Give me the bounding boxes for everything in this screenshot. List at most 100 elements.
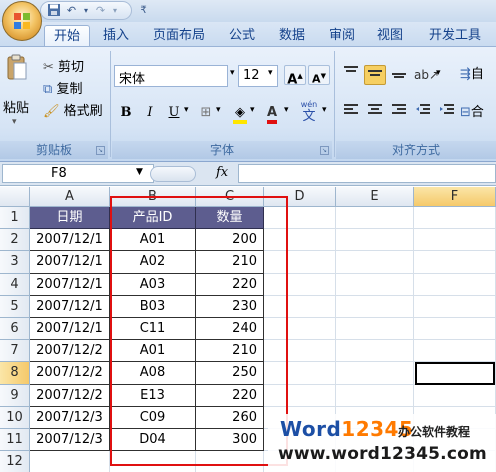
column-header-d[interactable]: D — [264, 187, 336, 207]
formula-input[interactable] — [238, 164, 496, 183]
cell-d4[interactable] — [264, 273, 336, 296]
row-header-9[interactable]: 9 — [0, 384, 30, 407]
cell-e1[interactable] — [336, 207, 414, 230]
table-data-cell[interactable]: 230 — [196, 295, 264, 318]
font-name-select[interactable]: 宋体 — [114, 65, 228, 87]
row-header-4[interactable]: 4 — [0, 273, 30, 296]
increase-indent-icon[interactable] — [436, 103, 458, 123]
formula-bar-expand-handle[interactable] — [150, 166, 196, 182]
table-data-cell[interactable]: 2007/12/1 — [30, 295, 110, 318]
cell-d3[interactable] — [264, 251, 336, 274]
align-left-icon[interactable] — [340, 103, 362, 123]
table-data-cell[interactable]: 250 — [196, 362, 264, 385]
tab-data[interactable]: 数据 — [274, 25, 310, 46]
cell-f3[interactable] — [414, 251, 496, 274]
underline-dropdown-icon[interactable]: ▾ — [184, 105, 189, 115]
cell-f4[interactable] — [414, 273, 496, 296]
undo-dropdown-icon[interactable]: ▾ — [82, 3, 90, 18]
table-header-cell[interactable]: 产品ID — [110, 207, 196, 230]
table-data-cell[interactable]: 2007/12/3 — [30, 429, 110, 452]
cell-d2[interactable] — [264, 229, 336, 252]
tab-review[interactable]: 审阅 — [324, 25, 360, 46]
cell-e2[interactable] — [336, 229, 414, 252]
row-header-3[interactable]: 3 — [0, 251, 30, 274]
row-header-8[interactable]: 8 — [0, 362, 30, 385]
table-data-cell[interactable]: 2007/12/1 — [30, 318, 110, 341]
clipboard-dialog-launcher-icon[interactable]: ↘ — [96, 146, 105, 155]
phonetic-guide-button[interactable]: wén 文 — [296, 99, 322, 123]
tab-insert[interactable]: 插入 — [98, 25, 134, 46]
cell-d8[interactable] — [264, 362, 336, 385]
align-center-icon[interactable] — [364, 103, 386, 123]
table-data-cell[interactable]: C09 — [110, 406, 196, 429]
cut-button[interactable]: ✂ 剪切 — [43, 56, 84, 75]
row-header-11[interactable]: 11 — [0, 429, 30, 452]
grow-font-button[interactable]: A▲ — [284, 65, 306, 87]
redo-icon[interactable]: ↷ — [93, 3, 108, 18]
table-data-cell[interactable]: 210 — [196, 340, 264, 363]
table-data-cell[interactable]: 220 — [196, 273, 264, 296]
cell-f2[interactable] — [414, 229, 496, 252]
cell-e9[interactable] — [336, 384, 414, 407]
cell-f9[interactable] — [414, 384, 496, 407]
font-dialog-launcher-icon[interactable]: ↘ — [320, 146, 329, 155]
cell-e8[interactable] — [336, 362, 414, 385]
cell-d6[interactable] — [264, 318, 336, 341]
table-data-cell[interactable]: C11 — [110, 318, 196, 341]
borders-icon[interactable]: ⊞ — [196, 103, 216, 123]
fill-color-icon[interactable]: ◈ — [230, 103, 250, 124]
cell-e3[interactable] — [336, 251, 414, 274]
table-data-cell[interactable]: 220 — [196, 384, 264, 407]
table-data-cell[interactable]: 260 — [196, 406, 264, 429]
align-middle-icon[interactable] — [364, 65, 386, 85]
cell-f7[interactable] — [414, 340, 496, 363]
tab-page-layout[interactable]: 页面布局 — [146, 25, 212, 46]
cell-e6[interactable] — [336, 318, 414, 341]
row-header-10[interactable]: 10 — [0, 406, 30, 429]
selected-cell-f8[interactable] — [415, 362, 495, 385]
table-data-cell[interactable]: 300 — [196, 429, 264, 452]
column-header-b[interactable]: B — [110, 187, 196, 207]
column-header-f[interactable]: F — [414, 187, 496, 207]
align-bottom-icon[interactable] — [388, 65, 410, 85]
cell-e4[interactable] — [336, 273, 414, 296]
name-box[interactable]: F8 — [2, 164, 154, 183]
shrink-font-button[interactable]: A▼ — [308, 65, 330, 86]
table-data-cell[interactable]: 2007/12/2 — [30, 340, 110, 363]
align-top-icon[interactable] — [340, 65, 362, 85]
select-all-corner[interactable] — [0, 187, 30, 207]
font-color-dropdown-icon[interactable]: ▾ — [284, 105, 289, 115]
paste-button[interactable]: 粘贴 — [3, 97, 29, 116]
tab-formulas[interactable]: 公式 — [224, 25, 260, 46]
cell-b12[interactable] — [110, 451, 196, 472]
column-header-e[interactable]: E — [336, 187, 414, 207]
orientation-dropdown-icon[interactable]: ▾ — [436, 68, 441, 78]
wrap-text-button[interactable]: ⇶自 — [460, 65, 496, 85]
customize-qat-icon[interactable]: ₹ — [136, 3, 151, 18]
phonetic-dropdown-icon[interactable]: ▾ — [322, 105, 327, 115]
table-data-cell[interactable]: D04 — [110, 429, 196, 452]
font-size-dropdown-icon[interactable]: ▾ — [268, 68, 273, 78]
table-data-cell[interactable]: A01 — [110, 340, 196, 363]
underline-button[interactable]: U — [164, 103, 184, 123]
table-data-cell[interactable]: E13 — [110, 384, 196, 407]
table-data-cell[interactable]: 210 — [196, 251, 264, 274]
fill-color-dropdown-icon[interactable]: ▾ — [250, 105, 255, 115]
cell-c12[interactable] — [196, 451, 264, 472]
save-icon[interactable] — [46, 3, 61, 18]
cell-d5[interactable] — [264, 295, 336, 318]
table-data-cell[interactable]: 2007/12/2 — [30, 362, 110, 385]
cell-a12[interactable] — [30, 451, 110, 472]
cell-e7[interactable] — [336, 340, 414, 363]
tab-developer[interactable]: 开发工具 — [422, 25, 488, 46]
cell-f5[interactable] — [414, 295, 496, 318]
row-header-5[interactable]: 5 — [0, 295, 30, 318]
office-button[interactable] — [2, 1, 42, 41]
undo-icon[interactable]: ↶ — [64, 3, 79, 18]
column-header-c[interactable]: C — [196, 187, 264, 207]
fx-icon[interactable]: fx — [216, 165, 228, 180]
font-name-dropdown-icon[interactable]: ▾ — [230, 68, 235, 78]
table-data-cell[interactable]: 200 — [196, 229, 264, 252]
align-right-icon[interactable] — [388, 103, 410, 123]
cell-d9[interactable] — [264, 384, 336, 407]
